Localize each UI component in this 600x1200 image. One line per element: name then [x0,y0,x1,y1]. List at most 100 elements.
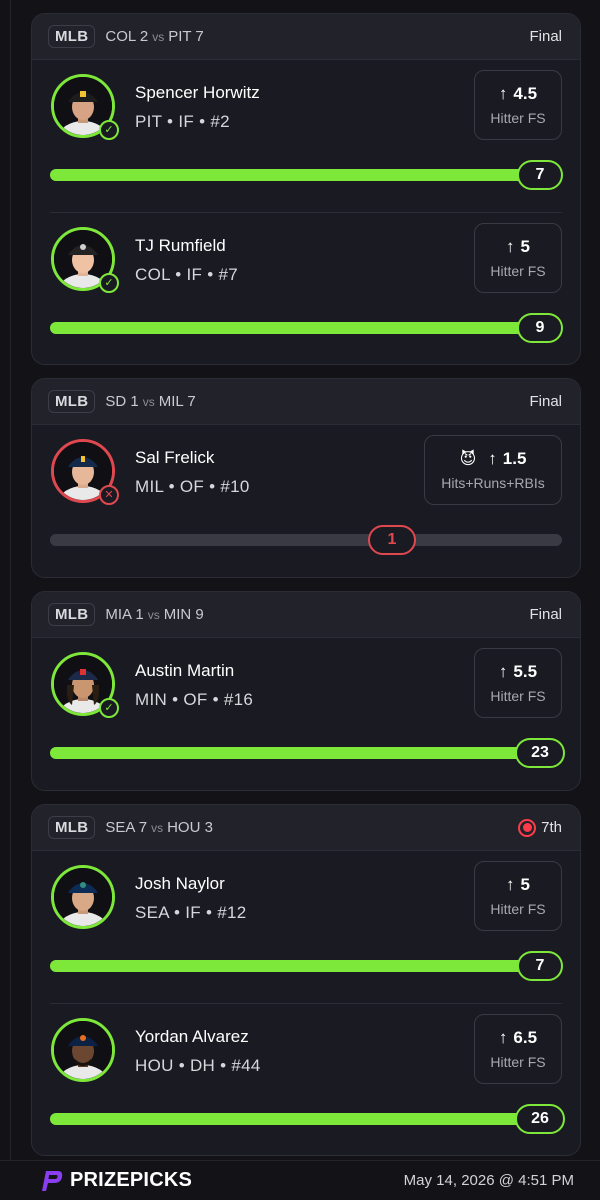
arrow-up-icon: ↑ [488,449,497,468]
game-status: Final [529,28,562,45]
game-card: MLB COL 2 vs PIT 7 Final ✓ Spencer Horwi… [31,13,581,365]
pick-row[interactable]: Yordan Alvarez HOU • DH • #44 ↑ 6.5 Hitte… [50,1003,565,1155]
actual-score-pill: 7 [517,160,563,190]
pick-row[interactable]: ✓ Spencer Horwitz PIT • IF • #2 ↑ 4.5 Hit… [32,60,580,212]
actual-score-pill: 26 [515,1104,565,1134]
projection-box: ↑ 5.5 Hitter FS [474,648,562,718]
progress-fill [50,322,562,334]
game-status: Final [529,393,562,410]
player-avatar: ✓ [51,74,119,140]
lineup-list: MLB COL 2 vs PIT 7 Final ✓ Spencer Horwi… [31,13,581,1169]
progress-track [50,169,562,181]
check-icon: ✓ [99,273,119,293]
game-header: MLB COL 2 vs PIT 7 Final [32,14,580,60]
actual-score-pill: 23 [515,738,565,768]
progress-fill [50,747,562,759]
player-avatar [51,1018,115,1082]
actual-score-pill: 7 [517,951,563,981]
player-avatar: ✓ [51,652,119,718]
progress-fill [50,1113,562,1125]
player-meta: HOU • DH • #44 [135,1056,261,1075]
player-headshot [51,1018,115,1082]
x-icon: ✕ [99,485,119,505]
game-status: Final [529,606,562,623]
game-card: MLB MIA 1 vs MIN 9 Final ✓ Austin Martin… [31,591,581,791]
projection-stat: Hitter FS [490,263,546,279]
game-status-text: Final [529,606,562,623]
team-home-score: PIT 7 [168,28,204,45]
league-badge: MLB [48,603,96,626]
player-meta: SEA • IF • #12 [135,903,247,922]
progress-fill [50,169,562,181]
team-away-score: SD 1 [105,393,139,410]
projection-stat: Hitter FS [490,688,546,704]
player-name: Sal Frelick [135,448,215,467]
player-meta: MIN • OF • #16 [135,690,254,709]
game-status-text: Final [529,28,562,45]
vs-label: vs [151,821,164,835]
prizepicks-logo-icon [38,1169,64,1193]
progress-track [50,960,562,972]
check-icon: ✓ [99,120,119,140]
team-home-score: HOU 3 [167,819,213,836]
projection-line: 5 [520,237,530,256]
actual-score-pill: 1 [368,525,416,555]
projection-box: ↑ 5 Hitter FS [474,861,562,931]
arrow-up-icon: ↑ [506,875,515,894]
arrow-up-icon: ↑ [498,1028,508,1047]
projection-box: ↑ 6.5 Hitter FS [474,1014,562,1084]
vs-label: vs [147,608,160,622]
player-name: Josh Naylor [135,874,225,893]
player-avatar [51,865,115,929]
pick-row[interactable]: ✓ Austin Martin MIN • OF • #16 ↑ 5.5 Hitt… [32,638,580,790]
progress-track [50,322,562,334]
actual-score-pill: 9 [517,313,563,343]
game-status-text: Final [529,393,562,410]
left-rail [10,0,11,1160]
game-header: MLB SD 1 vs MIL 7 Final [32,379,580,425]
projection-stat: Hitter FS [490,901,546,917]
pick-row[interactable]: ✓ TJ Rumfield COL • IF • #7 ↑ 5 Hitter FS… [50,212,563,364]
projection-box: ↑ 5 Hitter FS [474,223,562,293]
projection-line: 1.5 [502,449,527,468]
projection-box: ↑ 4.5 Hitter FS [474,70,562,140]
game-header: MLB MIA 1 vs MIN 9 Final [32,592,580,638]
player-name: Yordan Alvarez [135,1027,249,1046]
pick-row[interactable]: ✕ Sal Frelick MIL • OF • #10 😈 ↑ 1.5 Hits+… [32,425,580,577]
demon-icon: 😈 [459,451,477,468]
matchup: SEA 7 vs HOU 3 [105,819,213,836]
league-badge: MLB [48,816,96,839]
team-away-score: MIA 1 [105,606,144,623]
player-meta: PIT • IF • #2 [135,112,230,131]
pick-row[interactable]: Josh Naylor SEA • IF • #12 ↑ 5 Hitter FS … [32,851,580,1003]
projection-line: 5 [520,875,530,894]
projection-line: 5.5 [513,662,538,681]
arrow-up-icon: ↑ [498,84,508,103]
game-card: MLB SD 1 vs MIL 7 Final ✕ Sal Frelick MI… [31,378,581,578]
vs-label: vs [152,30,165,44]
progress-fill [50,534,394,546]
progress-track [50,534,562,546]
game-status-text: 7th [541,819,562,836]
team-home-score: MIN 9 [163,606,204,623]
projection-stat: Hitter FS [490,110,546,126]
player-name: TJ Rumfield [135,236,226,255]
projection-stat: Hits+Runs+RBIs [441,475,545,491]
projection-stat: Hitter FS [490,1054,546,1070]
player-meta: COL • IF • #7 [135,265,239,284]
player-avatar: ✓ [51,227,119,293]
vs-label: vs [142,395,155,409]
check-icon: ✓ [99,698,119,718]
game-status: 7th [518,818,562,837]
arrow-up-icon: ↑ [506,237,515,256]
player-name: Spencer Horwitz [135,83,260,102]
timestamp: May 14, 2026 @ 4:51 PM [403,1172,574,1189]
progress-track [50,747,562,759]
prizepicks-logo: PRIZEPICKS [38,1169,192,1193]
live-icon [518,818,537,837]
player-headshot [51,865,115,929]
league-badge: MLB [48,390,96,413]
projection-line: 6.5 [513,1028,538,1047]
player-meta: MIL • OF • #10 [135,477,250,496]
progress-fill [50,960,562,972]
